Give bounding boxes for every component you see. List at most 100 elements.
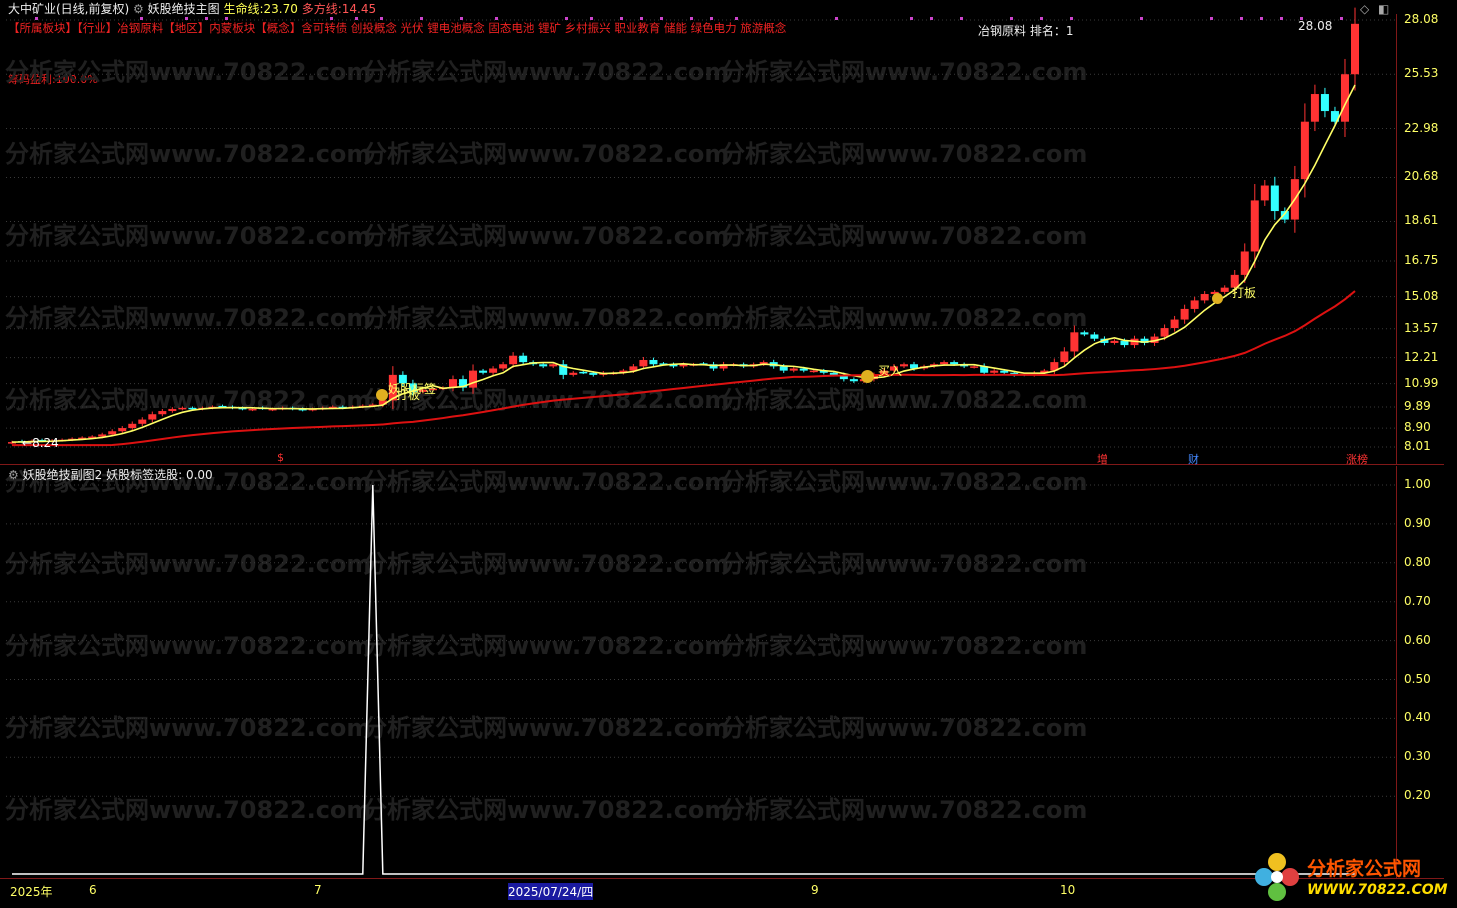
price-tick: 13.57 [1404,320,1439,335]
event-dot [140,17,143,20]
x-label-month: 6 [89,883,97,897]
price-tick: 22.98 [1404,120,1439,135]
candle-body [1260,185,1269,201]
marker-add[interactable]: 增 [1097,451,1108,467]
event-dot [185,17,188,20]
price-chart[interactable] [0,0,1457,908]
candle-body [168,408,177,412]
candle-body [1190,300,1199,309]
price-tick: 20.68 [1404,169,1439,184]
marker-top-list[interactable]: 涨榜 [1346,451,1368,467]
candle-body [829,372,838,375]
event-dot [495,17,498,20]
event-dot [420,17,423,20]
candle-body [248,408,257,411]
candle-body [789,368,798,371]
sub-tick: 0.60 [1404,632,1431,647]
candle-body [1060,351,1069,363]
event-dot [380,17,383,20]
settings-icon[interactable]: ⚙ [8,468,19,482]
candle-body [1200,294,1209,301]
event-dot [205,17,208,20]
bull-line [12,290,1356,447]
candle-body [1120,340,1129,346]
candle-body [158,411,167,415]
low-price-label: ←8.24 [22,436,59,450]
event-dot [565,17,568,20]
event-dot [460,17,463,20]
candle-body [1220,287,1229,292]
event-dot [660,17,663,20]
candle-body [128,423,137,429]
x-label-month: 7 [314,883,322,897]
event-dot [620,17,623,20]
price-tick: 9.89 [1404,399,1431,413]
candle-body [579,371,588,374]
event-dot [1300,17,1303,20]
price-tick: 16.75 [1404,253,1439,268]
sub-tick: 0.70 [1404,593,1431,608]
candle-body [970,366,979,368]
price-axis-line [1396,14,1397,464]
candle-body [1300,121,1309,180]
x-label-cursor-date: 2025/07/24/四 [508,883,594,900]
candle-body [1250,200,1259,252]
marker-dollar[interactable]: $ [277,451,284,464]
price-tick: 15.08 [1404,288,1439,303]
marker-finance[interactable]: 财 [1188,451,1199,467]
candle-body [1180,308,1189,320]
price-tick: 8.90 [1404,420,1431,435]
candle-body [940,362,949,365]
site-logo: 分析家公式网 WWW.70822.COM [1252,850,1452,904]
candle-body [489,368,498,373]
candle-body [479,370,488,373]
price-tick: 8.01 [1404,439,1431,453]
event-dot [930,17,933,20]
candle-body [1320,94,1329,112]
x-label-month: 10 [1060,883,1076,897]
candle-body [990,370,999,373]
candle-body [138,419,147,424]
price-tick: 28.08 [1404,12,1439,26]
candle-body [569,372,578,375]
event-dot [710,17,713,20]
event-dot [1070,17,1073,20]
candle-body [1351,23,1359,75]
time-axis-line [0,878,1444,879]
signal-board: 打板 [396,388,421,402]
candle-body [639,359,648,367]
candle-body [178,407,187,410]
event-dot [1040,17,1043,20]
price-tick: 18.61 [1404,213,1439,228]
candle-body [649,359,658,365]
signal-board-2: 打板 [1232,286,1257,300]
sub-tick: 0.30 [1404,749,1431,764]
price-tick: 10.99 [1404,375,1439,390]
event-dot [1240,17,1243,20]
candle-body [148,414,157,420]
sub-tick: 0.90 [1404,515,1431,530]
candle-body [448,379,457,388]
candle-body [108,431,117,435]
smiley-icon [861,370,874,383]
event-dot [640,17,643,20]
sub-indicator-line [12,484,1355,875]
candle-body [519,355,528,363]
candle-body [539,364,548,367]
event-dot [835,17,838,20]
candle-body [809,370,818,373]
candle-body [499,364,508,369]
x-label-month: 9 [811,883,819,897]
candle-body [509,355,518,365]
logo-url: WWW.70822.COM [1307,882,1448,898]
event-dot [690,17,693,20]
event-dot [355,17,358,20]
sub-indicator-name[interactable]: 妖股绝技副图2 [23,468,103,482]
candle-body [1090,334,1099,339]
sub-tick: 0.80 [1404,554,1431,569]
pane-divider[interactable] [0,464,1444,465]
sub-value: 0.00 [185,468,213,482]
signal-buy: 买入 [878,364,903,378]
event-dot [1210,17,1213,20]
sub-tick: 1.00 [1404,477,1431,491]
